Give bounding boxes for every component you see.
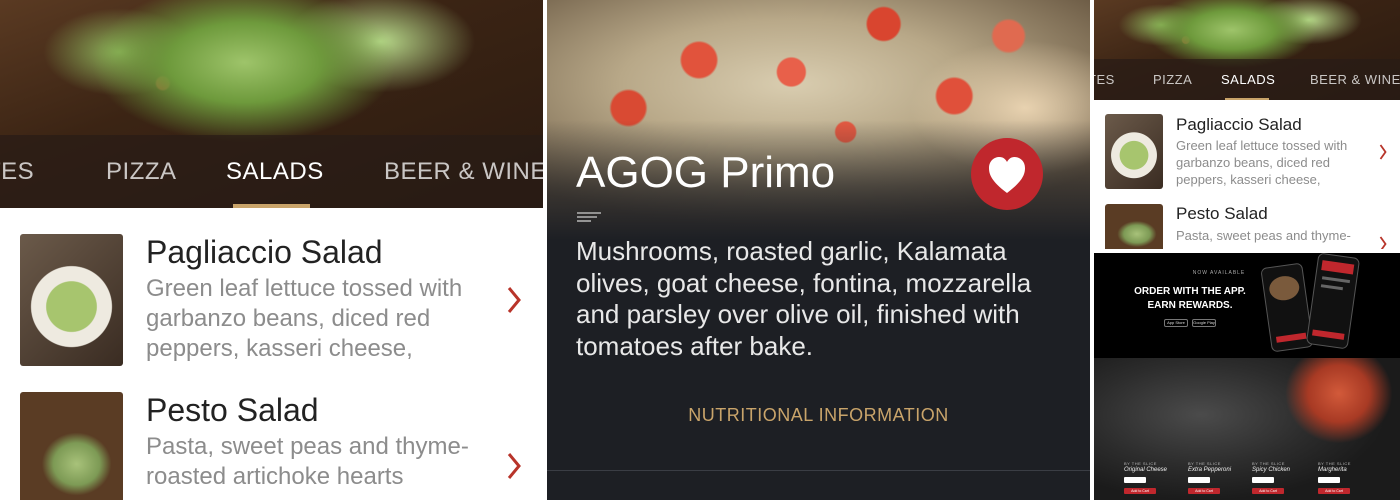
list-item[interactable]: Pesto Salad Pasta, sweet peas and thyme-…	[0, 370, 543, 500]
phone-mockup-image	[1305, 253, 1361, 350]
slice-name: Margherita	[1318, 467, 1347, 473]
tab-pizza[interactable]: PIZZA	[106, 135, 177, 208]
slice-card-original-cheese: BY THE SLICE Original Cheese Add to Cart	[1124, 461, 1176, 494]
pesto-salad-thumbnail	[20, 392, 123, 500]
pesto-salad-thumbnail	[1105, 204, 1163, 249]
quantity-field[interactable]	[1252, 477, 1274, 483]
favorite-button[interactable]	[971, 138, 1043, 210]
item-description: Pasta, sweet peas and thyme-roasted arti…	[146, 433, 469, 490]
heart-icon	[989, 157, 1025, 193]
chevron-right-icon[interactable]	[1379, 144, 1387, 160]
tab-pizza[interactable]: PIZZA	[1153, 59, 1192, 100]
promo-headline: ORDER WITH THE APP. EARN REWARDS.	[1134, 286, 1246, 311]
item-title: Pagliaccio Salad	[1176, 115, 1302, 134]
list-item[interactable]: Pesto Salad Pasta, sweet peas and thyme-	[1094, 200, 1400, 249]
chevron-right-icon[interactable]	[506, 452, 522, 480]
chevron-right-icon[interactable]	[1379, 236, 1387, 249]
pagliaccio-salad-thumbnail	[1105, 114, 1163, 189]
pizza-title: AGOG Primo	[576, 148, 836, 197]
app-store-badge[interactable]: App Store	[1164, 319, 1188, 327]
tab-beer-wine[interactable]: BEER & WINE	[384, 135, 543, 208]
add-to-cart-button[interactable]: Add to Cart	[1124, 488, 1156, 494]
quantity-field[interactable]	[1188, 477, 1210, 483]
tab-salads[interactable]: SALADS	[1221, 59, 1275, 100]
slice-eyebrow: BY THE SLICE	[1188, 461, 1221, 466]
slice-eyebrow: BY THE SLICE	[1318, 461, 1351, 466]
pagliaccio-salad-thumbnail	[20, 234, 123, 366]
add-to-cart-button[interactable]: Add to Cart	[1252, 488, 1284, 494]
app-promo-banner[interactable]: NOW AVAILABLE ORDER WITH THE APP. EARN R…	[1094, 253, 1400, 358]
tab-antipasti[interactable]: TES	[1094, 59, 1115, 100]
add-to-cart-button[interactable]: Add to Cart	[1318, 488, 1350, 494]
slice-card-extra-pepperoni: BY THE SLICE Extra Pepperoni Add to Cart	[1188, 461, 1240, 494]
add-to-cart-button[interactable]: Add to Cart	[1188, 488, 1220, 494]
list-item[interactable]: Pagliaccio Salad Green leaf lettuce toss…	[0, 208, 543, 368]
salads-screen: TES PIZZA SALADS BEER & WINE Pagliaccio …	[0, 0, 543, 500]
slice-card-margherita: BY THE SLICE Margherita Add to Cart	[1318, 461, 1370, 494]
category-tab-bar: TES PIZZA SALADS BEER & WINE	[0, 135, 543, 208]
quantity-field[interactable]	[1124, 477, 1146, 483]
menu-lines-icon	[577, 212, 601, 222]
nutritional-information-link[interactable]: NUTRITIONAL INFORMATION	[547, 405, 1090, 426]
google-play-badge[interactable]: Google Play	[1192, 319, 1216, 327]
item-title: Pesto Salad	[146, 392, 319, 428]
slice-eyebrow: BY THE SLICE	[1124, 461, 1157, 466]
divider	[547, 470, 1090, 471]
slice-eyebrow: BY THE SLICE	[1252, 461, 1285, 466]
tab-antipasti[interactable]: TES	[0, 135, 34, 208]
slice-card-spicy-chicken: BY THE SLICE Spicy Chicken Add to Cart	[1252, 461, 1304, 494]
app-promo-screen: NOW AVAILABLE ORDER WITH THE APP. EARN R…	[1094, 253, 1400, 500]
category-tab-bar: TES PIZZA SALADS BEER & WINE	[1094, 59, 1400, 100]
item-title: Pagliaccio Salad	[146, 234, 383, 270]
item-description: Pasta, sweet peas and thyme-	[1176, 228, 1351, 243]
tab-salads[interactable]: SALADS	[226, 135, 324, 208]
slice-name: Spicy Chicken	[1252, 467, 1291, 473]
list-item[interactable]: Pagliaccio Salad Green leaf lettuce toss…	[1094, 100, 1400, 200]
tab-beer-wine[interactable]: BEER & WINE	[1310, 59, 1400, 100]
slice-name: Extra Pepperoni	[1188, 467, 1232, 473]
promo-eyebrow: NOW AVAILABLE	[1192, 270, 1246, 276]
pizza-description: Mushrooms, roasted garlic, Kalamata oliv…	[576, 236, 1032, 361]
chevron-right-icon[interactable]	[506, 286, 522, 314]
item-description: Green leaf lettuce tossed with garbanzo …	[146, 275, 463, 362]
item-description: Green leaf lettuce tossed with garbanzo …	[1176, 138, 1348, 187]
item-title: Pesto Salad	[1176, 204, 1268, 223]
salads-screen-small: TES PIZZA SALADS BEER & WINE Pagliaccio …	[1094, 0, 1400, 249]
slice-name: Original Cheese	[1124, 467, 1168, 473]
pizza-detail-screen: AGOG Primo Mushrooms, roasted garlic, Ka…	[547, 0, 1090, 500]
quantity-field[interactable]	[1318, 477, 1340, 483]
